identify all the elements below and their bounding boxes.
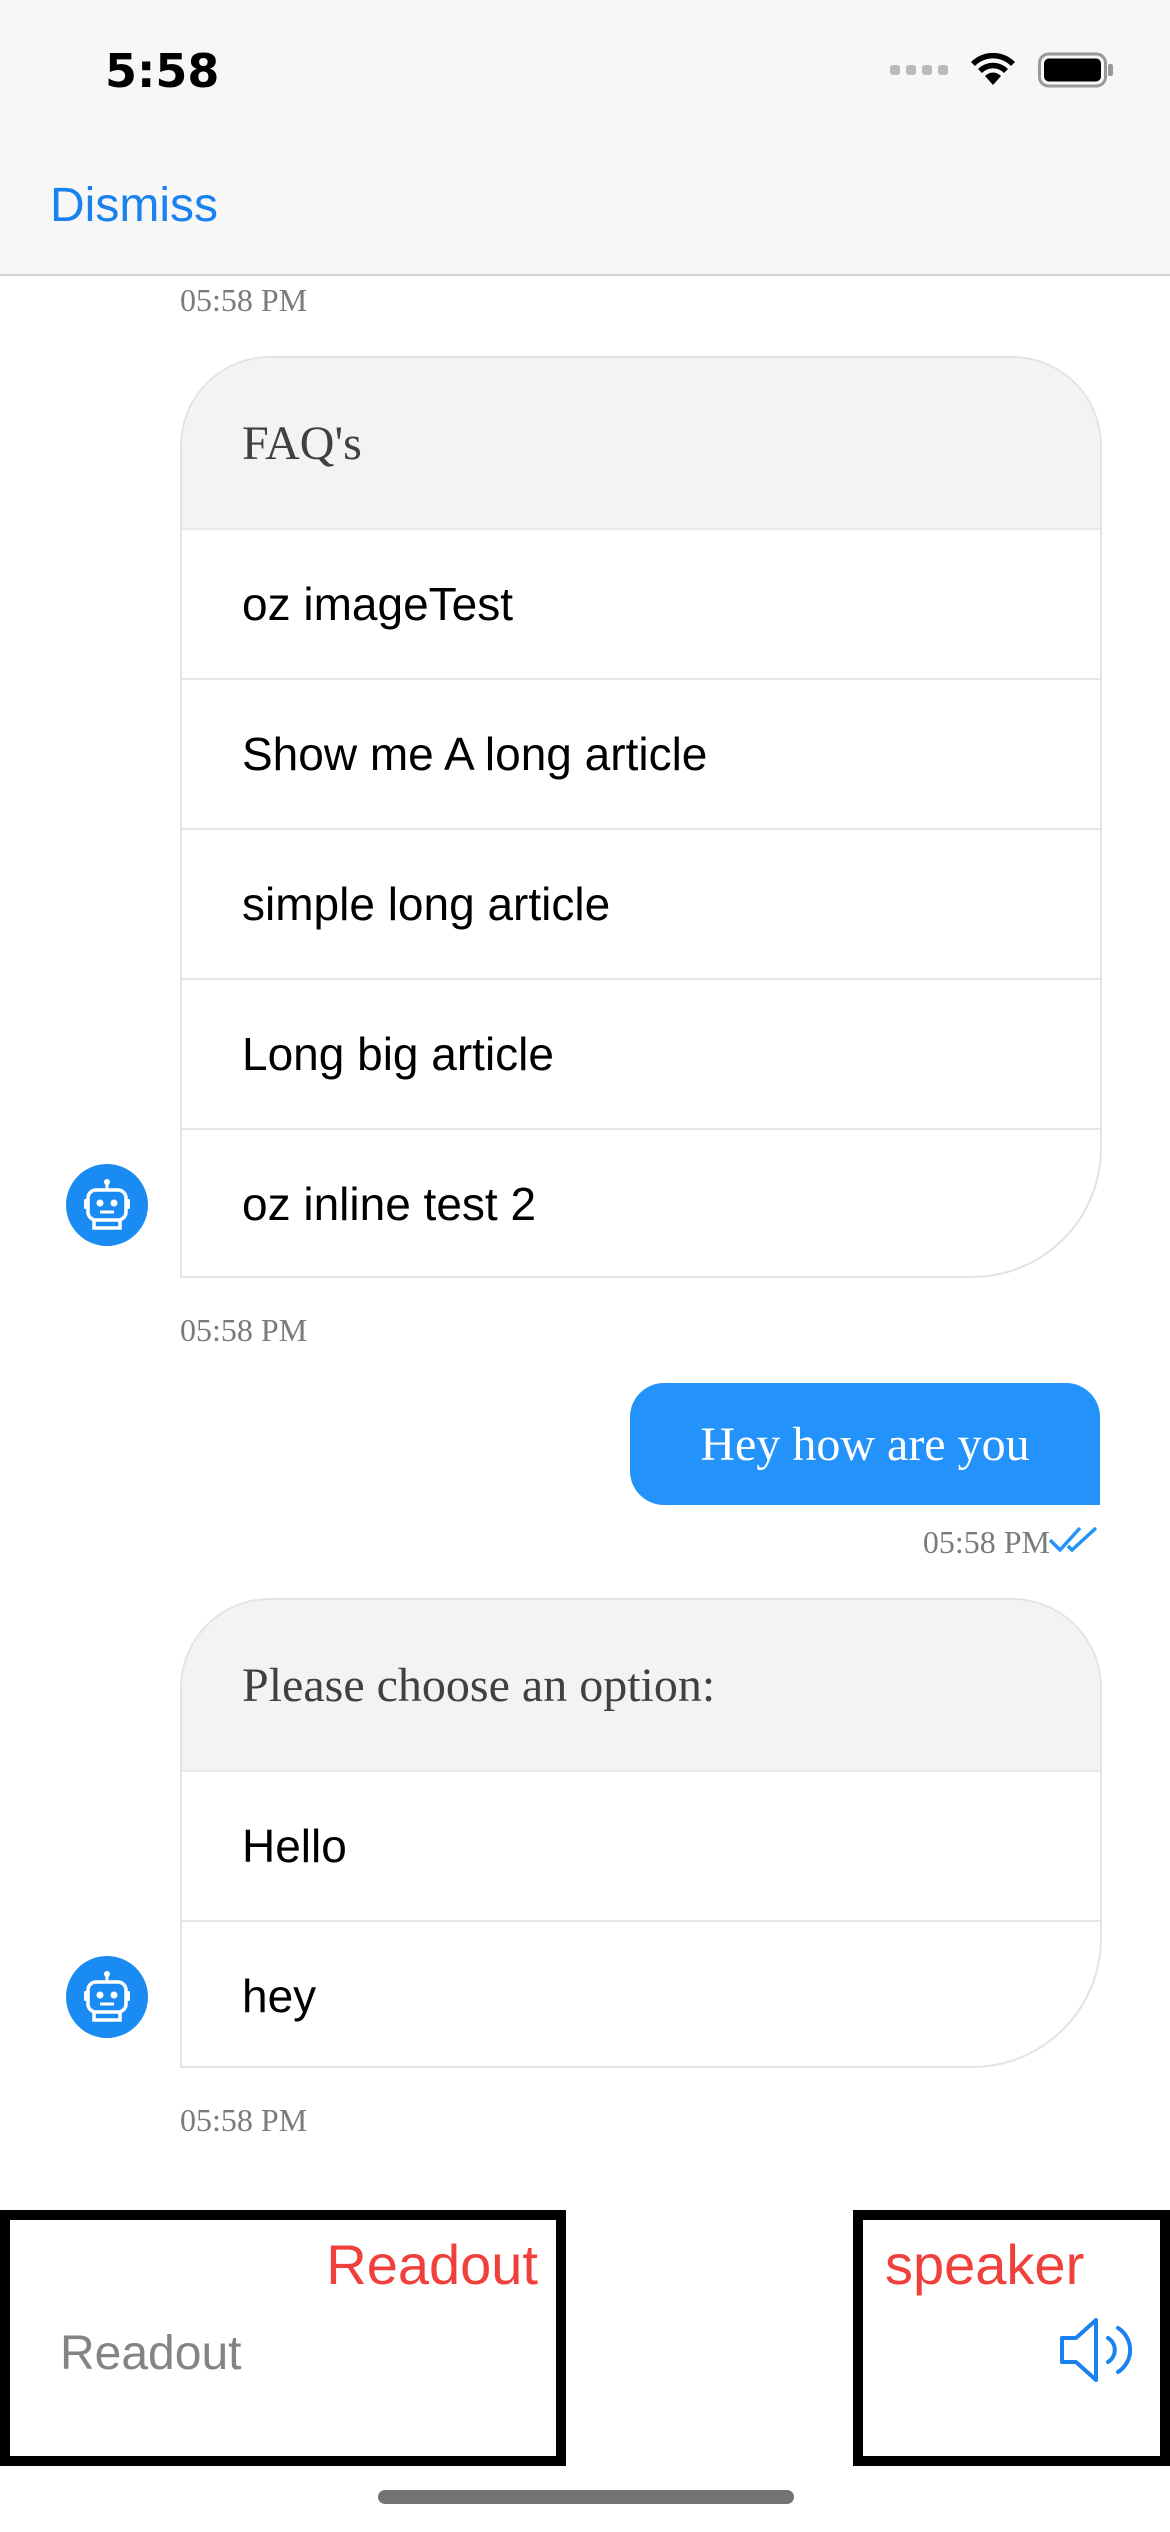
status-icons [890, 52, 1114, 88]
faq-card: FAQ's oz imageTest Show me A long articl… [180, 356, 1102, 1278]
home-indicator[interactable] [378, 2490, 794, 2504]
status-time: 5:58 [105, 44, 220, 98]
speaker-annotation-label: speaker [885, 2233, 1085, 2296]
card-header: FAQ's [182, 358, 1100, 530]
bot-avatar [66, 1164, 148, 1246]
robot-icon [84, 1179, 130, 1230]
readout-input-placeholder[interactable]: Readout [60, 2326, 241, 2381]
message-timestamp: 05:58 PM [180, 1312, 308, 1348]
battery-icon [1038, 52, 1113, 88]
dismiss-button[interactable]: Dismiss [50, 178, 218, 233]
user-message-bubble: Hey how are you [630, 1383, 1100, 1505]
card-header: Please choose an option: [182, 1600, 1100, 1772]
bot-avatar [66, 1956, 148, 2038]
chat-screen: 5:58 Dismiss 05:58 PM FAQ's oz imageTest [0, 0, 1170, 2532]
double-check-icon [1048, 1526, 1098, 1553]
message-timestamp: 05:58 PM [180, 2102, 308, 2138]
option-oz-imagetest[interactable]: oz imageTest [182, 530, 1100, 680]
option-hey[interactable]: hey [182, 1922, 1100, 2066]
readout-annotation-label: Readout [326, 2233, 538, 2296]
option-hello[interactable]: Hello [182, 1772, 1100, 1922]
choose-option-card: Please choose an option: Hello hey [180, 1598, 1102, 2068]
top-chrome: 5:58 Dismiss [0, 0, 1170, 276]
speaker-box[interactable]: speaker [853, 2210, 1170, 2466]
option-simple-long-article[interactable]: simple long article [182, 830, 1100, 980]
user-message-timestamp: 05:58 PM [922, 1524, 1050, 1560]
option-oz-inline-test-2[interactable]: oz inline test 2 [182, 1130, 1100, 1276]
option-show-me-a-long-article[interactable]: Show me A long article [182, 680, 1100, 830]
signal-icon [890, 65, 948, 75]
robot-icon [84, 1971, 130, 2022]
message-timestamp: 05:58 PM [180, 282, 308, 318]
wifi-icon [971, 53, 1015, 85]
chat-thread[interactable]: 05:58 PM FAQ's oz imageTest Show me A lo… [0, 276, 1170, 2206]
readout-input-box[interactable]: Readout Readout [0, 2210, 566, 2466]
option-long-big-article[interactable]: Long big article [182, 980, 1100, 1130]
speaker-icon[interactable] [1058, 2312, 1144, 2388]
